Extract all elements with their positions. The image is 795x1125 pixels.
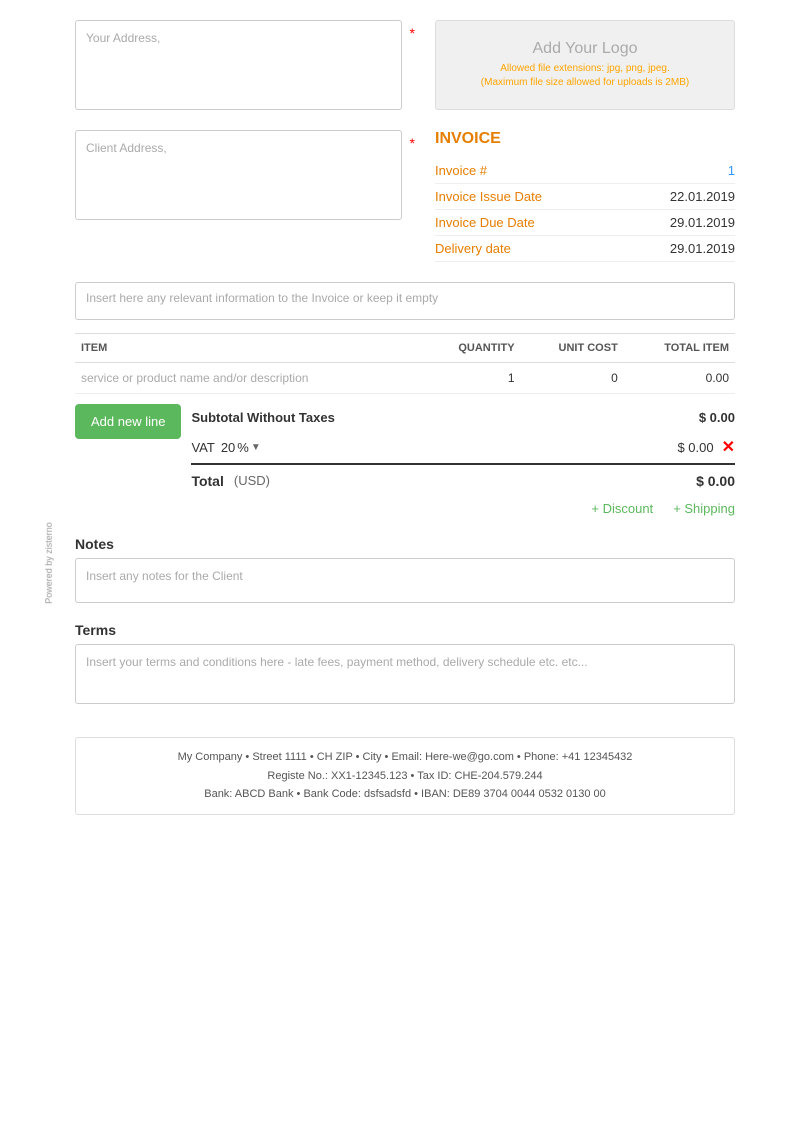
- total-currency: (USD): [234, 473, 270, 489]
- discount-link[interactable]: + Discount: [591, 501, 653, 516]
- vat-pct[interactable]: 20 % ▼: [221, 440, 261, 455]
- total-value: $ 0.00: [696, 473, 735, 489]
- vat-delete-icon[interactable]: ✕: [722, 437, 735, 457]
- invoice-issue-value[interactable]: 22.01.2019: [670, 189, 735, 204]
- subtotal-value: $ 0.00: [699, 410, 735, 425]
- notes-input[interactable]: [75, 558, 735, 603]
- invoice-number-value[interactable]: 1: [728, 163, 735, 178]
- col-quantity: QUANTITY: [422, 334, 521, 363]
- discount-shipping-row: + Discount + Shipping: [191, 497, 735, 520]
- footer-line2: Registe No.: XX1-12345.123 • Tax ID: CHE…: [86, 767, 724, 786]
- powered-label: Powered by zisterno: [44, 522, 54, 604]
- client-section: * INVOICE Invoice # 1 Invoice Issue Date…: [75, 130, 735, 262]
- from-address-input[interactable]: [75, 20, 402, 110]
- logo-block[interactable]: Add Your Logo Allowed file extensions: j…: [435, 20, 735, 110]
- bottom-section: Add new line Subtotal Without Taxes $ 0.…: [75, 404, 735, 520]
- total-label: Total: [191, 473, 223, 489]
- invoice-title: INVOICE: [435, 130, 735, 148]
- col-unit-cost: UNIT COST: [521, 334, 624, 363]
- items-table: ITEM QUANTITY UNIT COST TOTAL ITEM servi…: [75, 333, 735, 394]
- delivery-date-row: Delivery date 29.01.2019: [435, 236, 735, 262]
- col-item: ITEM: [75, 334, 422, 363]
- footer-line1: My Company • Street 1111 • CH ZIP • City…: [86, 748, 724, 767]
- invoice-number-label: Invoice #: [435, 163, 487, 178]
- vat-row: VAT 20 % ▼ $ 0.00 ✕: [191, 431, 735, 463]
- table-row: service or product name and/or descripti…: [75, 363, 735, 394]
- invoice-issue-label: Invoice Issue Date: [435, 189, 542, 204]
- shipping-link[interactable]: + Shipping: [673, 501, 735, 516]
- subtotal-row: Subtotal Without Taxes $ 0.00: [191, 404, 735, 431]
- invoice-number-row: Invoice # 1: [435, 158, 735, 184]
- item-total: 0.00: [624, 363, 735, 394]
- subtotal-label: Subtotal Without Taxes: [191, 410, 334, 425]
- footer-line3: Bank: ABCD Bank • Bank Code: dsfsadsfd •…: [86, 785, 724, 804]
- invoice-due-row: Invoice Due Date 29.01.2019: [435, 210, 735, 236]
- total-row: Total (USD) $ 0.00: [191, 463, 735, 497]
- add-line-button[interactable]: Add new line: [75, 404, 181, 439]
- delivery-date-value[interactable]: 29.01.2019: [670, 241, 735, 256]
- notes-title: Notes: [75, 536, 735, 552]
- top-section: * Add Your Logo Allowed file extensions:…: [75, 20, 735, 110]
- client-address-input[interactable]: [75, 130, 402, 220]
- vat-amount: $ 0.00: [677, 440, 713, 455]
- invoice-issue-row: Invoice Issue Date 22.01.2019: [435, 184, 735, 210]
- vat-pct-symbol: %: [237, 440, 249, 455]
- from-address-required: *: [410, 25, 415, 41]
- item-unit-cost[interactable]: 0: [521, 363, 624, 394]
- logo-title: Add Your Logo: [533, 40, 638, 58]
- client-address-block: *: [75, 130, 415, 262]
- logo-subtitle: Allowed file extensions: jpg, png, jpeg.…: [481, 62, 689, 90]
- col-total-item: TOTAL ITEM: [624, 334, 735, 363]
- vat-label: VAT: [191, 440, 214, 455]
- invoice-due-label: Invoice Due Date: [435, 215, 535, 230]
- item-description[interactable]: service or product name and/or descripti…: [75, 363, 422, 394]
- totals-block: Subtotal Without Taxes $ 0.00 VAT 20 % ▼…: [191, 404, 735, 520]
- item-quantity[interactable]: 1: [422, 363, 521, 394]
- invoice-due-value[interactable]: 29.01.2019: [670, 215, 735, 230]
- invoice-details: INVOICE Invoice # 1 Invoice Issue Date 2…: [435, 130, 735, 262]
- footer: My Company • Street 1111 • CH ZIP • City…: [75, 737, 735, 815]
- vat-chevron-icon[interactable]: ▼: [251, 442, 261, 453]
- delivery-date-label: Delivery date: [435, 241, 511, 256]
- from-address-block: *: [75, 20, 415, 110]
- vat-pct-value: 20: [221, 440, 235, 455]
- terms-title: Terms: [75, 622, 735, 638]
- reference-input[interactable]: [75, 282, 735, 320]
- terms-input[interactable]: [75, 644, 735, 704]
- client-address-required: *: [410, 135, 415, 151]
